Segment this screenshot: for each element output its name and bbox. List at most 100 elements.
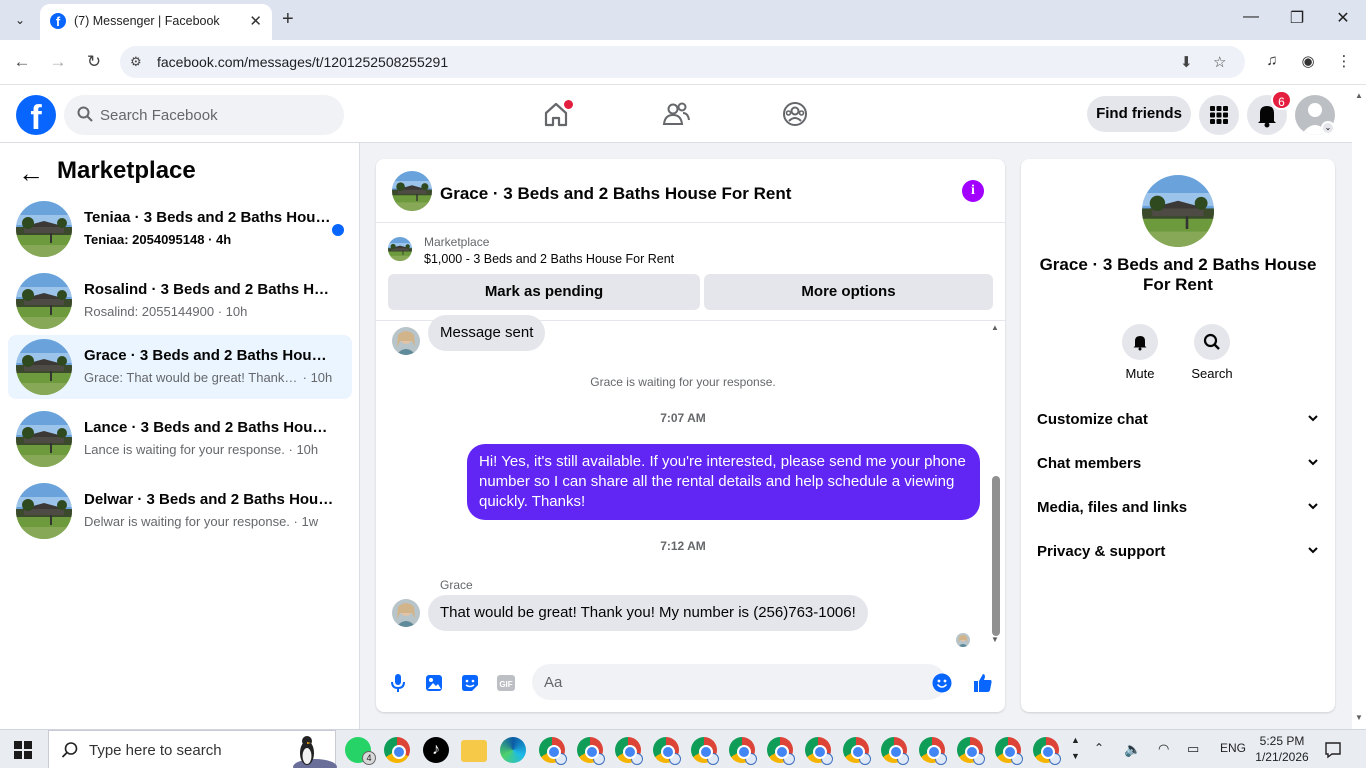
chrome-profile-taskbar-icon[interactable] xyxy=(767,737,795,765)
chrome-profile-taskbar-icon[interactable] xyxy=(653,737,681,765)
notification-center-icon[interactable] xyxy=(1324,741,1342,759)
bell-icon xyxy=(1133,336,1147,351)
page-scrollbar[interactable]: ▲ ▼ xyxy=(1352,85,1366,729)
address-bar[interactable]: ⚙ facebook.com/messages/t/12012525082552… xyxy=(120,46,1245,78)
conversation-details-panel: Grace · 3 Beds and 2 Baths House For Ren… xyxy=(1021,159,1335,712)
new-tab-icon[interactable]: + xyxy=(282,8,294,30)
back-icon[interactable]: ← xyxy=(10,51,34,75)
mute-button[interactable]: Mute xyxy=(1110,324,1170,381)
chrome-profile-taskbar-icon[interactable] xyxy=(691,737,719,765)
chevron-down-icon[interactable]: ⌄ xyxy=(1321,121,1335,135)
outgoing-message[interactable]: Hi! Yes, it's still available. If you're… xyxy=(467,444,980,520)
chrome-profile-taskbar-icon[interactable] xyxy=(577,737,605,765)
restore-icon[interactable]: ❐ xyxy=(1282,8,1312,28)
chrome-profile-taskbar-icon[interactable] xyxy=(729,737,757,765)
incoming-message[interactable]: That would be great! Thank you! My numbe… xyxy=(428,595,868,631)
chat-title[interactable]: Grace · 3 Beds and 2 Baths House For Ren… xyxy=(440,184,791,204)
conversation-item[interactable]: Delwar · 3 Beds and 2 Baths House For Re… xyxy=(8,479,352,543)
browser-menu-icon[interactable]: ⋮ xyxy=(1333,52,1355,70)
close-tab-icon[interactable]: ✕ xyxy=(249,12,262,30)
input-language[interactable]: ENG xyxy=(1220,741,1246,755)
scroll-up-icon[interactable]: ▲ xyxy=(1355,91,1363,100)
listing-avatar[interactable] xyxy=(1142,175,1214,247)
chrome-taskbar-icon[interactable] xyxy=(384,737,410,763)
photo-icon[interactable] xyxy=(423,672,445,694)
show-hidden-icons-icon[interactable]: ⌃ xyxy=(1094,741,1104,755)
chat-listing-thumbnail[interactable] xyxy=(392,171,432,211)
grace-avatar[interactable] xyxy=(392,327,420,355)
chrome-profile-taskbar-icon[interactable] xyxy=(805,737,833,765)
taskbar-overflow-arrows-icon[interactable]: ▲ ▼ xyxy=(1071,732,1080,764)
gif-icon[interactable]: GIF xyxy=(495,672,517,694)
profile-badge-icon xyxy=(1011,753,1023,765)
forward-icon[interactable]: → xyxy=(46,51,70,75)
groups-icon[interactable] xyxy=(780,99,810,129)
chrome-profile-taskbar-icon[interactable] xyxy=(539,737,567,765)
browser-tab[interactable]: f (7) Messenger | Facebook ✕ xyxy=(40,4,272,40)
scroll-up-icon[interactable]: ▲ xyxy=(991,323,999,332)
section-label: Privacy & support xyxy=(1037,543,1166,560)
site-info-icon[interactable]: ⚙ xyxy=(130,54,142,70)
edge-taskbar-icon[interactable] xyxy=(500,737,526,763)
chrome-profile-taskbar-icon[interactable] xyxy=(995,737,1023,765)
grace-avatar[interactable] xyxy=(392,599,420,627)
conversation-item[interactable]: Teniaa · 3 Beds and 2 Baths House For Re… xyxy=(8,197,352,261)
chevron-down-icon xyxy=(1308,415,1318,422)
taskbar-search[interactable]: Type here to search xyxy=(48,730,337,768)
minimize-icon[interactable]: — xyxy=(1236,8,1266,26)
customize-chat-row[interactable]: Customize chat xyxy=(1029,402,1327,438)
message-input[interactable] xyxy=(532,664,946,700)
menu-button[interactable] xyxy=(1199,95,1239,135)
chrome-profile-taskbar-icon[interactable] xyxy=(843,737,871,765)
chrome-profile-taskbar-icon[interactable] xyxy=(881,737,909,765)
conversation-item[interactable]: Lance · 3 Beds and 2 Baths House For Ren… xyxy=(8,407,352,471)
media-controls-icon[interactable]: ♫ xyxy=(1261,52,1283,69)
search-conversation-button[interactable]: Search xyxy=(1182,324,1242,381)
windows-start-icon[interactable] xyxy=(14,741,32,759)
scroll-down-icon[interactable]: ▼ xyxy=(991,635,999,644)
marketplace-listing-banner[interactable]: Marketplace $1,000 - 3 Beds and 2 Baths … xyxy=(388,235,988,271)
media-files-links-row[interactable]: Media, files and links xyxy=(1029,490,1327,526)
file-explorer-taskbar-icon[interactable] xyxy=(461,740,487,762)
thumbs-up-icon[interactable] xyxy=(972,672,994,694)
chat-members-row[interactable]: Chat members xyxy=(1029,446,1327,482)
facebook-search-input[interactable] xyxy=(100,95,330,135)
scroll-thumb[interactable] xyxy=(992,476,1000,636)
conversation-preview: Delwar is waiting for your response. · 1… xyxy=(84,514,319,529)
system-clock[interactable]: 5:25 PM 1/21/2026 xyxy=(1252,733,1312,765)
bookmark-star-icon[interactable]: ☆ xyxy=(1213,53,1226,71)
chrome-profile-taskbar-icon[interactable] xyxy=(919,737,947,765)
conversation-name: Teniaa · 3 Beds and 2 Baths House For Re… xyxy=(84,209,334,226)
close-window-icon[interactable]: ✕ xyxy=(1328,8,1358,28)
conversation-item-active[interactable]: Grace · 3 Beds and 2 Baths House For Ren… xyxy=(8,335,352,399)
profile-icon[interactable]: ◉ xyxy=(1297,52,1319,70)
sticker-icon[interactable] xyxy=(459,672,481,694)
back-arrow-icon[interactable]: ← xyxy=(18,158,44,189)
whatsapp-taskbar-icon[interactable]: 4 xyxy=(345,737,376,765)
tab-search-dropdown-icon[interactable]: ⌄ xyxy=(8,8,32,32)
facebook-logo-icon[interactable]: f xyxy=(16,95,56,137)
more-options-button[interactable]: More options xyxy=(704,274,993,310)
facebook-search[interactable] xyxy=(64,95,344,135)
privacy-support-row[interactable]: Privacy & support xyxy=(1029,534,1327,570)
battery-icon[interactable]: ▭ xyxy=(1187,741,1199,757)
url-text[interactable]: facebook.com/messages/t/1201252508255291 xyxy=(157,54,448,70)
scroll-down-icon[interactable]: ▼ xyxy=(1355,713,1363,722)
tiktok-taskbar-icon[interactable]: ♪ xyxy=(423,737,449,763)
conversation-item[interactable]: Rosalind · 3 Beds and 2 Baths House For … xyxy=(8,269,352,333)
chat-scrollbar[interactable]: ▲ ▼ xyxy=(988,321,1002,651)
emoji-icon[interactable] xyxy=(931,672,953,694)
network-icon[interactable]: ◠ xyxy=(1158,741,1169,757)
reload-icon[interactable]: ↻ xyxy=(82,51,106,75)
microphone-icon[interactable] xyxy=(387,672,409,694)
mark-as-pending-button[interactable]: Mark as pending xyxy=(388,274,700,310)
info-icon[interactable]: i xyxy=(962,180,984,202)
find-friends-button[interactable]: Find friends xyxy=(1087,96,1191,132)
volume-icon[interactable]: 🔈 xyxy=(1124,741,1141,758)
chrome-profile-taskbar-icon[interactable] xyxy=(1033,737,1061,765)
install-app-icon[interactable]: ⬇ xyxy=(1180,53,1193,71)
chrome-profile-taskbar-icon[interactable] xyxy=(957,737,985,765)
svg-text:GIF: GIF xyxy=(499,680,512,689)
friends-icon[interactable] xyxy=(661,99,691,129)
chrome-profile-taskbar-icon[interactable] xyxy=(615,737,643,765)
